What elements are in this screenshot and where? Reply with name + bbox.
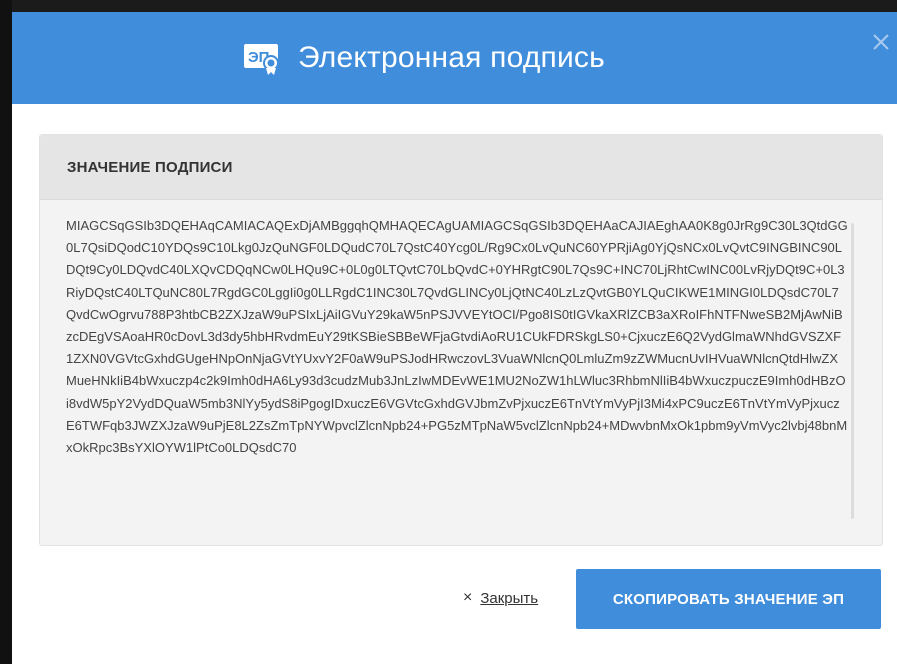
signature-scrollbar[interactable] [851, 223, 854, 519]
backdrop [0, 0, 12, 664]
copy-signature-button[interactable]: СКОПИРОВАТЬ ЗНАЧЕНИЕ ЭП [576, 569, 881, 629]
close-link-label[interactable]: Закрыть [480, 590, 538, 607]
close-small-icon: × [463, 589, 473, 606]
close-link[interactable]: × Закрыть [463, 586, 538, 610]
signature-certificate-icon: ЭП [244, 44, 280, 75]
signature-panel: ЗНАЧЕНИЕ ПОДПИСИ MIAGCSqGSIb3DQEHAqCAMIA… [39, 134, 883, 546]
dialog-header: ЭП Электронная подпись [12, 12, 897, 104]
close-icon[interactable] [871, 32, 891, 52]
signature-value-box[interactable]: MIAGCSqGSIb3DQEHAqCAMIACAQExDjAMBggqhQMH… [66, 215, 856, 527]
signature-panel-header: ЗНАЧЕНИЕ ПОДПИСИ [40, 135, 882, 200]
signature-panel-title: ЗНАЧЕНИЕ ПОДПИСИ [67, 158, 233, 176]
dialog-title: Электронная подпись [298, 41, 605, 74]
signature-dialog: ЭП Электронная подпись ЗНАЧЕНИЕ ПОДПИСИ … [12, 12, 897, 664]
signature-value-text[interactable]: MIAGCSqGSIb3DQEHAqCAMIACAQExDjAMBggqhQMH… [66, 215, 848, 459]
header-title-group: ЭП Электронная подпись [12, 12, 897, 104]
